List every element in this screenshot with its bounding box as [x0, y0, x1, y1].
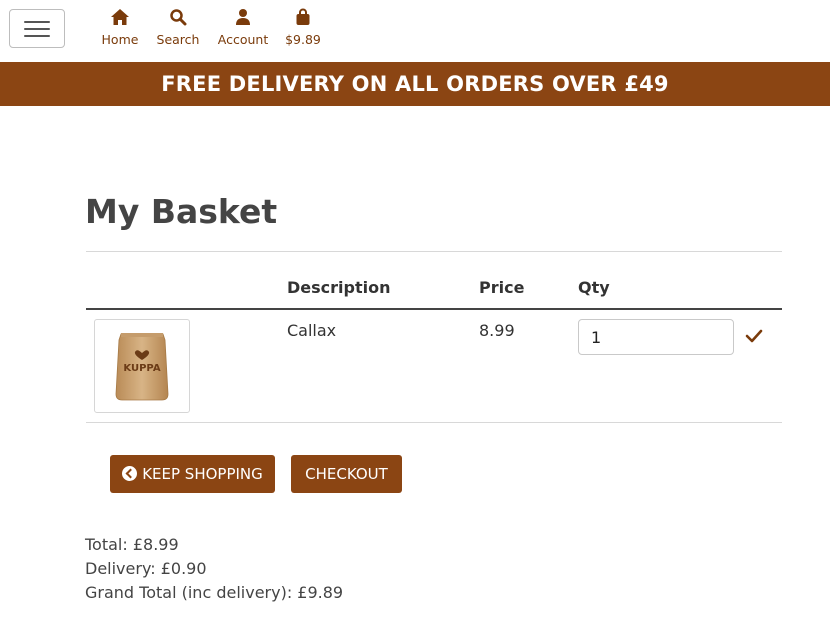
page-title: My Basket: [85, 192, 278, 231]
keep-shopping-button[interactable]: KEEP SHOPPING: [110, 455, 275, 493]
nav-account[interactable]: Account: [213, 8, 273, 52]
grand-total: Grand Total (inc delivery): £9.89: [85, 583, 344, 602]
quantity-input[interactable]: [578, 319, 734, 355]
menu-toggle-button[interactable]: [9, 9, 65, 48]
hamburger-icon: [24, 21, 50, 23]
update-quantity-check-icon[interactable]: [744, 326, 764, 346]
chevron-left-circle-icon: [122, 466, 138, 481]
delivery-cost: Delivery: £0.90: [85, 559, 207, 578]
item-price: 8.99: [479, 321, 515, 340]
table-header-divider: [86, 308, 782, 310]
nav-home-label: Home: [101, 32, 139, 47]
checkout-button[interactable]: CHECKOUT: [291, 455, 402, 493]
order-total: Total: £8.99: [85, 535, 179, 554]
product-thumbnail[interactable]: KUPPA: [94, 319, 190, 413]
product-logo-text: KUPPA: [123, 363, 160, 374]
hamburger-bar: [24, 28, 50, 30]
home-icon: [96, 8, 144, 28]
keep-shopping-label: KEEP SHOPPING: [142, 465, 263, 483]
free-delivery-banner: FREE DELIVERY ON ALL ORDERS OVER £49: [0, 62, 830, 106]
divider: [86, 422, 782, 423]
nav-search[interactable]: Search: [152, 8, 204, 52]
nav-search-label: Search: [156, 32, 200, 47]
column-header-description: Description: [287, 278, 391, 297]
nav-account-label: Account: [217, 32, 269, 47]
divider: [86, 251, 782, 252]
nav-home[interactable]: Home: [96, 8, 144, 52]
item-description[interactable]: Callax: [287, 321, 336, 340]
checkout-label: CHECKOUT: [305, 465, 388, 483]
search-icon: [152, 8, 204, 28]
nav-basket-total: $9.89: [285, 32, 321, 47]
top-navbar: Home Search Account $9.89: [0, 0, 830, 62]
hamburger-bar: [24, 35, 50, 37]
shopping-bag-icon: [282, 8, 324, 28]
column-header-price: Price: [479, 278, 525, 297]
nav-basket[interactable]: $9.89: [282, 8, 324, 52]
column-header-qty: Qty: [578, 278, 610, 297]
user-icon: [213, 8, 273, 28]
